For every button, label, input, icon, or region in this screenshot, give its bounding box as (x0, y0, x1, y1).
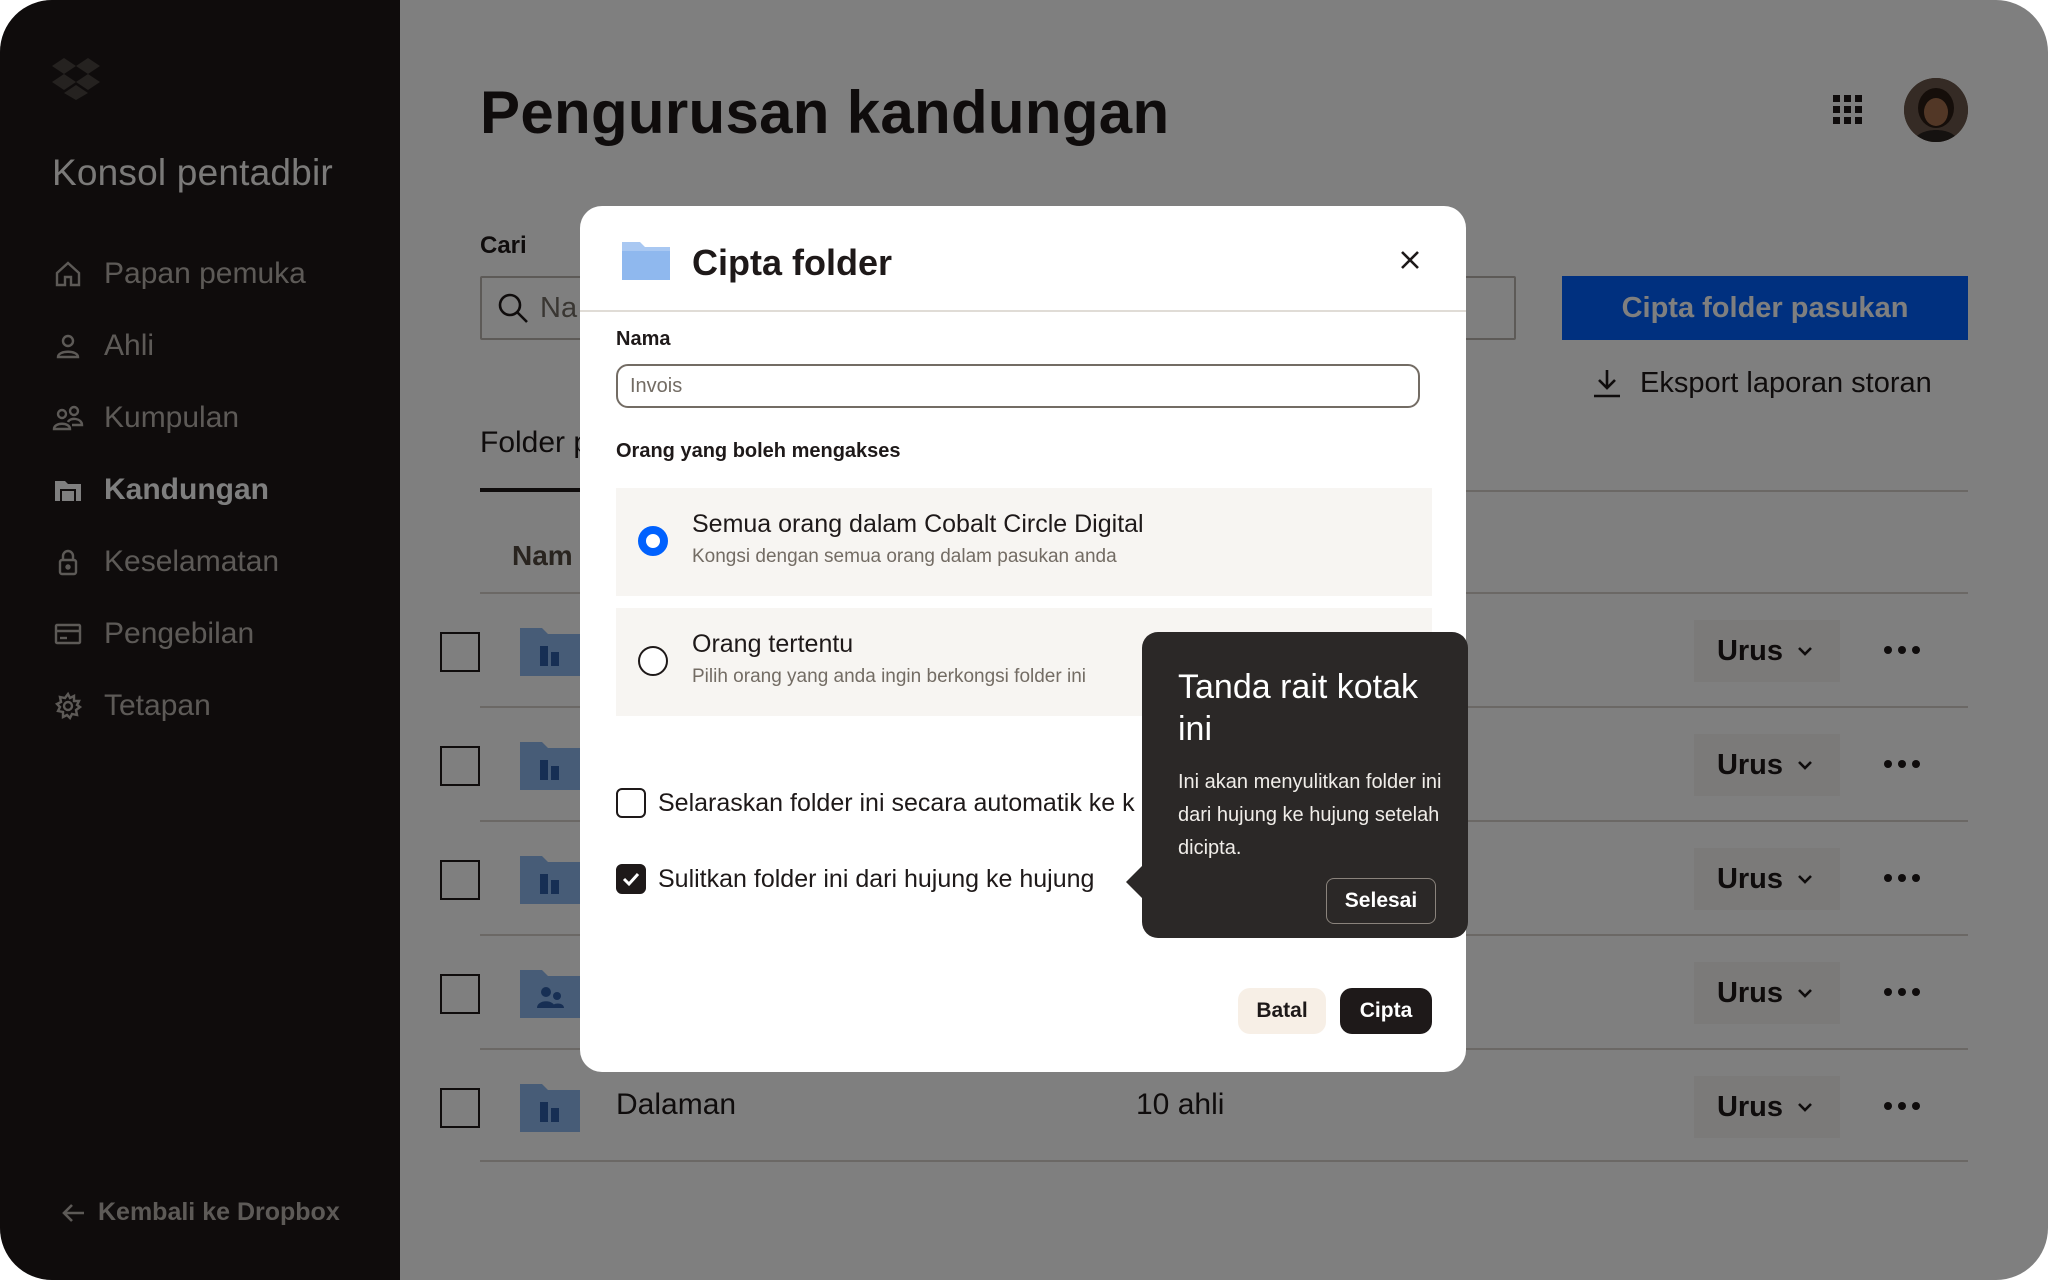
radio-everyone[interactable] (638, 526, 668, 556)
create-button[interactable]: Cipta (1340, 988, 1432, 1034)
auto-sync-checkbox-row[interactable]: Selaraskan folder ini secara automatik k… (616, 788, 1135, 818)
dialog-title: Cipta folder (692, 242, 893, 283)
folder-name-input[interactable]: Invois (616, 364, 1420, 408)
cancel-button[interactable]: Batal (1238, 988, 1326, 1034)
encrypt-checkbox-row[interactable]: Sulitkan folder ini dari hujung ke hujun… (616, 864, 1094, 894)
tooltip-done-button[interactable]: Selesai (1326, 878, 1436, 924)
access-label: Orang yang boleh mengakses (616, 440, 901, 462)
folder-icon (622, 242, 670, 280)
radio-specific-people[interactable] (638, 646, 668, 676)
auto-sync-checkbox[interactable] (616, 788, 646, 818)
dialog-header: Cipta folder (580, 206, 1466, 312)
checkmark-icon (622, 872, 640, 887)
access-option-everyone[interactable]: Semua orang dalam Cobalt Circle Digital … (616, 488, 1432, 596)
name-label: Nama (616, 328, 671, 350)
close-icon[interactable] (1396, 246, 1424, 274)
option-title: Orang tertentu (692, 630, 854, 658)
option-subtitle: Pilih orang yang anda ingin berkongsi fo… (692, 666, 1086, 687)
option-title: Semua orang dalam Cobalt Circle Digital (692, 510, 1144, 538)
encrypt-label: Sulitkan folder ini dari hujung ke hujun… (658, 864, 1095, 893)
tooltip-title: Tanda rait kotak ini (1178, 668, 1419, 748)
app-window: Konsol pentadbir Papan pemuka Ahli Kumpu… (0, 0, 2048, 1280)
encryption-tooltip: Tanda rait kotak ini Ini akan menyulitka… (1126, 632, 1468, 938)
encrypt-checkbox[interactable] (616, 864, 646, 894)
auto-sync-label: Selaraskan folder ini secara automatik k… (658, 788, 1135, 817)
option-subtitle: Kongsi dengan semua orang dalam pasukan … (692, 546, 1117, 567)
tooltip-body: Ini akan menyulitkan folder ini dari huj… (1178, 771, 1442, 859)
